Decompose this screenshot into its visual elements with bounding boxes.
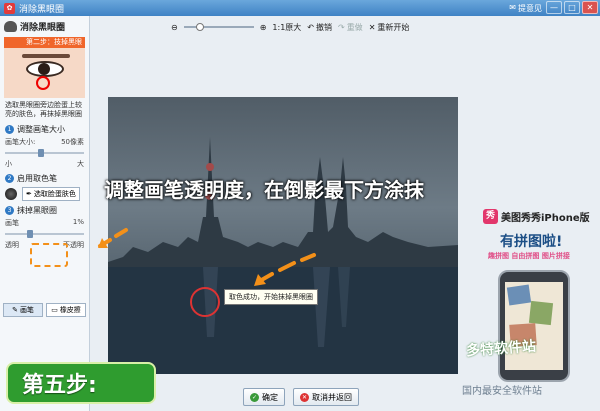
- tool-sidebar: 消除黑眼圈 第二步：技掉黑眼圈 选取黑眼圈旁边脸蛋上较亮的肤色，再抹掉黑眼圈 1…: [0, 16, 90, 411]
- section-color-picker: 2 启用取色笔 ✒ 选取脸蛋肤色: [0, 171, 89, 203]
- feedback-icon: ✉: [509, 3, 516, 12]
- feedback-link[interactable]: ✉ 提意见: [509, 3, 542, 14]
- slider-min-label: 小: [5, 160, 12, 168]
- watermark-caption: 国内最安全软件站: [462, 386, 542, 397]
- reset-icon: ✕: [368, 22, 376, 32]
- brush-tool-button[interactable]: ✎ 画笔: [3, 303, 43, 317]
- eraser-icon: ▭: [51, 306, 58, 314]
- opacity-slider[interactable]: [5, 230, 84, 238]
- brush-size-slider-thumb[interactable]: [38, 149, 44, 157]
- editor-toolbar: ⊖ ⊕ 1:1原大 ↶ 撤销 ↷ 重做 ✕ 重新开始: [91, 16, 600, 38]
- zoom-out-icon[interactable]: ⊖: [171, 23, 178, 32]
- brush-size-value: 50像素: [61, 138, 84, 146]
- step-number: 1: [5, 125, 14, 134]
- section-brush-size: 1 调整画笔大小 画笔大小: 50像素 小 大: [0, 122, 89, 171]
- eyedropper-icon: ✒: [26, 190, 32, 198]
- current-color-swatch: [5, 188, 17, 200]
- minimize-button[interactable]: —: [546, 1, 562, 14]
- brand-name: 美图秀秀iPhone版: [501, 213, 590, 224]
- photo-canvas[interactable]: [108, 97, 458, 374]
- undo-button[interactable]: ↶ 撤销: [307, 22, 332, 33]
- zoom-in-icon[interactable]: ⊕: [260, 23, 267, 32]
- section-title: 启用取色笔: [17, 174, 57, 183]
- promo-headline: 有拼图啦!: [500, 234, 563, 250]
- title-bar: ✿ 消除黑眼圈 ✉ 提意见 — □ ✕: [0, 0, 600, 16]
- step-number: 2: [5, 174, 14, 183]
- eye-icon: [4, 21, 17, 32]
- pick-skin-color-button[interactable]: ✒ 选取脸蛋肤色: [22, 187, 80, 201]
- panel-description: 选取黑眼圈旁边脸蛋上较亮的肤色，再抹掉黑眼圈: [5, 101, 82, 118]
- arrow-pointer: [254, 253, 316, 286]
- step-banner: 第二步：技掉黑眼圈: [4, 37, 85, 57]
- close-button[interactable]: ✕: [582, 1, 598, 14]
- example-image: [4, 48, 85, 98]
- opacity-label: 画笔: [5, 219, 19, 227]
- check-icon: ✓: [250, 392, 259, 402]
- step-number: 3: [5, 206, 14, 215]
- brush-size-slider[interactable]: [5, 149, 84, 157]
- ok-button[interactable]: ✓ 确定: [243, 388, 285, 406]
- opacity-value: 1%: [72, 218, 84, 226]
- status-tooltip: 取色成功，开始抹掉黑眼圈: [224, 289, 318, 305]
- app-icon: ✿: [4, 2, 15, 14]
- brush-icon: ✎: [12, 306, 18, 314]
- brand-logo: 秀: [483, 209, 498, 224]
- brush-size-label: 画笔大小:: [5, 138, 36, 146]
- window-title: 消除黑眼圈: [19, 4, 65, 15]
- opacity-highlight-box: [30, 243, 68, 267]
- brush-cursor: [190, 287, 220, 317]
- undo-icon: ↶: [307, 22, 314, 32]
- cancel-button[interactable]: ✕ 取消并返回: [293, 388, 359, 406]
- eraser-tool-button[interactable]: ▭ 橡皮擦: [46, 303, 86, 317]
- promo-subtitle: 趣拼图 自由拼图 图片拼接: [488, 252, 570, 260]
- maximize-button[interactable]: □: [564, 1, 580, 14]
- reset-button[interactable]: ✕ 重新开始: [369, 22, 410, 33]
- redo-button[interactable]: ↷ 重做: [338, 22, 363, 33]
- redo-icon: ↷: [337, 22, 345, 32]
- arrow-pointer: [98, 228, 128, 248]
- zoom-slider-thumb[interactable]: [195, 23, 204, 31]
- instruction-overlay: 调整画笔透明度，在倒影最下方涂抹: [104, 178, 424, 202]
- city-photo: [108, 137, 458, 374]
- zoom-slider[interactable]: [183, 23, 254, 31]
- close-icon: ✕: [300, 392, 309, 402]
- phone-image: [498, 270, 570, 382]
- panel-header: 消除黑眼圈: [0, 16, 89, 37]
- original-size-button[interactable]: 1:1原大: [272, 22, 301, 33]
- section-title: 调整画笔大小: [17, 125, 65, 134]
- step-overlay-badge: 第五步:: [6, 362, 156, 404]
- opacity-slider-thumb[interactable]: [27, 230, 33, 238]
- slider-min-label: 透明: [5, 241, 19, 249]
- section-title: 抹掉黑眼圈: [17, 206, 57, 215]
- slider-max-label: 大: [77, 160, 84, 168]
